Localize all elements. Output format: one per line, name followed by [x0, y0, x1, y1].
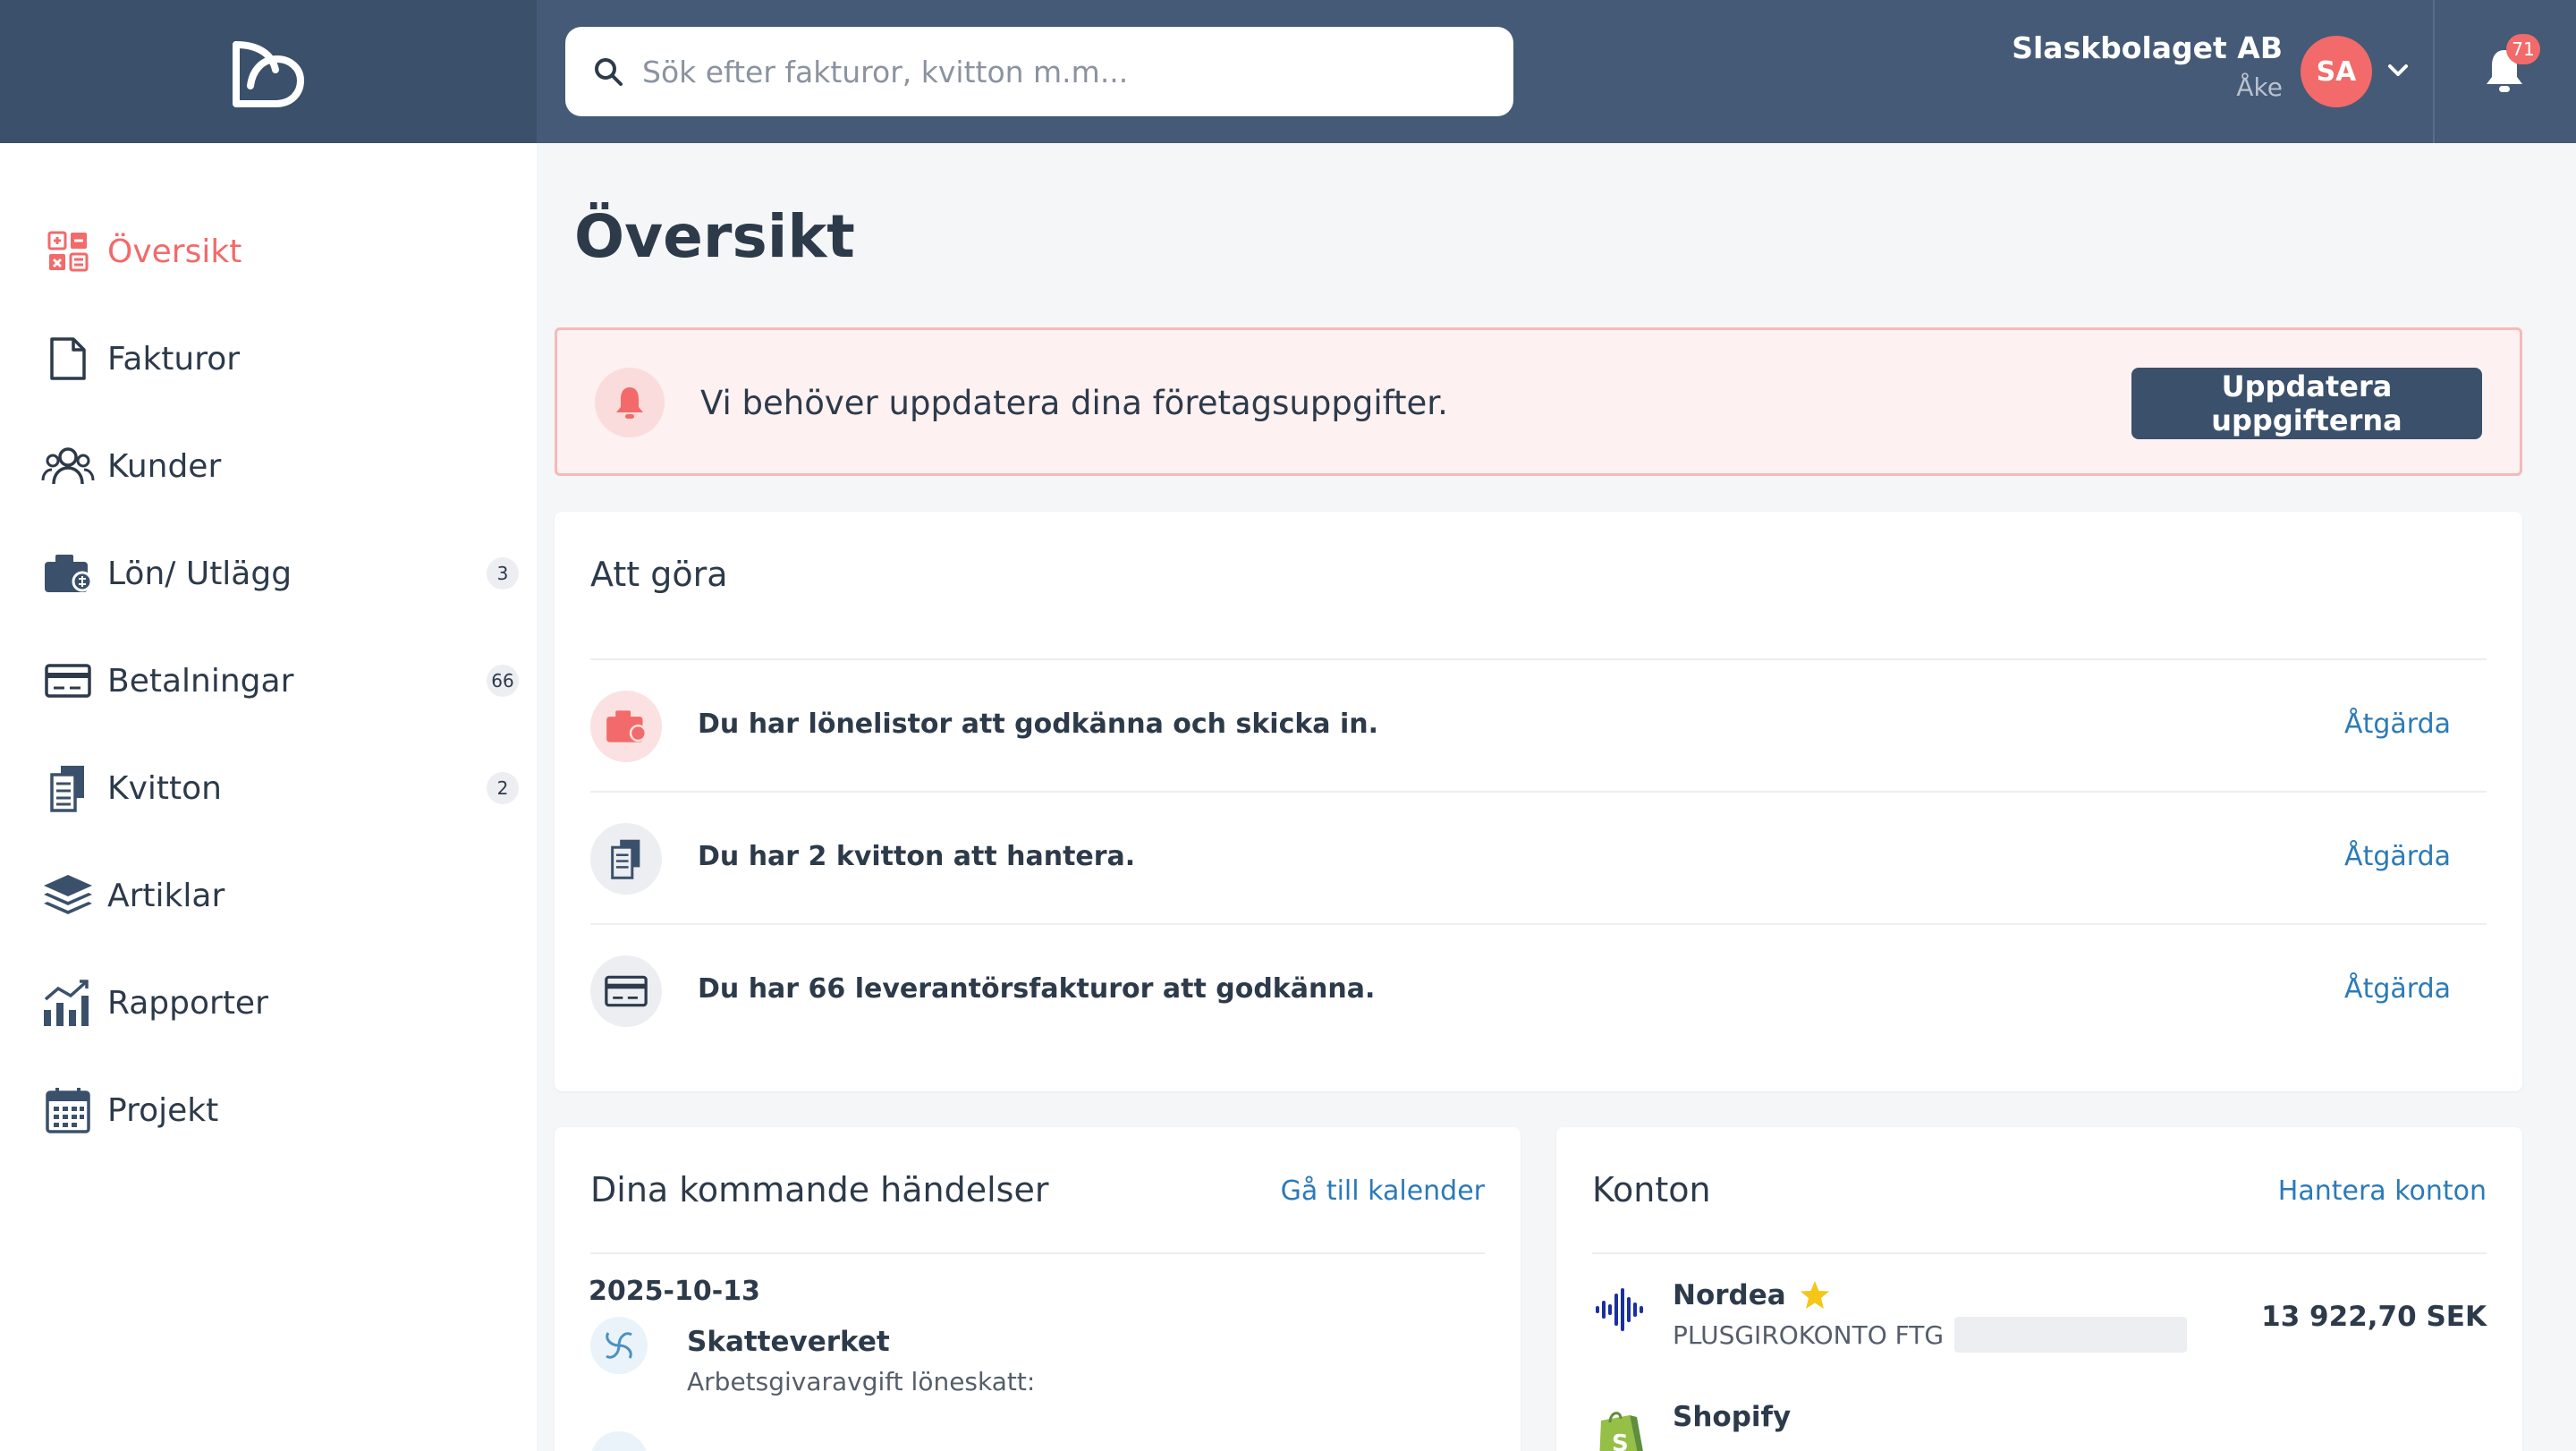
sidebar-item-kunder[interactable]: Kunder	[36, 426, 519, 506]
divider	[1592, 1252, 2487, 1254]
event-logo-icon	[590, 1431, 648, 1451]
event-date: 2025-10-13	[589, 1276, 760, 1307]
sidebar-item-label: Kunder	[107, 447, 222, 485]
sidebar-item-fakturor[interactable]: Fakturor	[36, 318, 519, 399]
todo-text: Du har 2 kvitton att hantera.	[698, 841, 1136, 872]
event-description: Arbetsgivaravgift löneskatt:	[687, 1367, 1036, 1396]
masked-account-number	[1954, 1317, 2188, 1353]
search-box[interactable]	[565, 27, 1513, 116]
todo-row: Du har lönelistor att godkänna och skick…	[590, 658, 2487, 791]
chart-icon	[36, 976, 100, 1030]
sidebar-item-label: Fakturor	[107, 340, 241, 378]
account-name[interactable]: Nordea	[1673, 1279, 1831, 1311]
alert-banner: Vi behöver uppdatera dina företagsuppgif…	[555, 327, 2522, 476]
sidebar-item-label: Rapporter	[107, 984, 268, 1022]
users-icon	[36, 439, 100, 493]
credit-card-icon	[590, 955, 662, 1027]
dashboard-icon	[36, 225, 100, 278]
sidebar-item-count: 3	[487, 557, 519, 590]
nordea-logo-icon	[1596, 1288, 1643, 1331]
sidebar-item-count: 66	[487, 665, 519, 697]
sidebar-item-betalningar[interactable]: Betalningar 66	[36, 641, 519, 721]
todo-row: Du har 2 kvitton att hantera. Åtgärda	[590, 791, 2487, 923]
account-name-label: Nordea	[1673, 1279, 1786, 1311]
events-title: Dina kommande händelser	[590, 1170, 1049, 1209]
account-balance: 13 922,70 SEK	[2261, 1301, 2487, 1333]
alert-message: Vi behöver uppdatera dina företagsuppgif…	[700, 384, 1448, 422]
search-icon	[595, 58, 623, 86]
events-card: Dina kommande händelser Gå till kalender…	[555, 1127, 1521, 1451]
header-divider	[2433, 0, 2435, 143]
sidebar-item-artiklar[interactable]: Artiklar	[36, 855, 519, 936]
chevron-down-icon[interactable]	[2385, 57, 2411, 84]
credit-card-icon	[36, 654, 100, 708]
calendar-icon	[36, 1083, 100, 1137]
logo-area	[0, 0, 537, 143]
document-icon	[36, 332, 100, 386]
logo-icon[interactable]	[231, 39, 306, 109]
sidebar-item-rapporter[interactable]: Rapporter	[36, 963, 519, 1043]
sidebar-item-lon-utlagg[interactable]: Lön/ Utlägg 3	[36, 533, 519, 614]
todo-action-link[interactable]: Åtgärda	[2344, 841, 2451, 872]
sidebar-item-label: Lön/ Utlägg	[107, 555, 292, 592]
event-name: Skatteverket	[687, 1326, 890, 1358]
account-type: PLUSGIROKONTO FTG	[1673, 1317, 2188, 1353]
svg-text:S: S	[1612, 1430, 1629, 1451]
notification-badge: 71	[2506, 34, 2540, 64]
sidebar-item-label: Översikt	[107, 233, 242, 270]
calendar-link[interactable]: Gå till kalender	[1281, 1175, 1485, 1207]
page-title: Översikt	[574, 202, 855, 271]
sidebar-item-label: Artiklar	[107, 877, 225, 914]
layers-icon	[36, 869, 100, 922]
wallet-icon	[36, 547, 100, 600]
todo-text: Du har 66 leverantörsfakturor att godkän…	[698, 973, 1376, 1005]
company-switcher[interactable]: Slaskbolaget AB Åke	[2012, 30, 2283, 102]
sidebar-item-label: Betalningar	[107, 662, 294, 700]
update-details-button[interactable]: Uppdatera uppgifterna	[2131, 368, 2482, 439]
sidebar: Översikt Fakturor Kunder Lön/ Utlägg 3 B…	[0, 143, 537, 1451]
search-input[interactable]	[642, 45, 1483, 98]
skatteverket-logo-icon	[590, 1317, 648, 1374]
top-bar: Slaskbolaget AB Åke SA 71	[0, 0, 2576, 143]
todo-row: Du har 66 leverantörsfakturor att godkän…	[590, 923, 2487, 1056]
todo-card: Att göra Du har lönelistor att godkänna …	[555, 512, 2522, 1091]
todo-action-link[interactable]: Åtgärda	[2344, 709, 2451, 740]
accounts-card: Konton Hantera konton Nordea PLUSGIROKON…	[1556, 1127, 2522, 1451]
todo-title: Att göra	[590, 555, 728, 594]
accounts-title: Konton	[1592, 1170, 1711, 1209]
user-name: Åke	[2236, 72, 2283, 102]
sidebar-item-projekt[interactable]: Projekt	[36, 1070, 519, 1150]
todo-action-link[interactable]: Åtgärda	[2344, 973, 2451, 1005]
wallet-icon	[590, 691, 662, 762]
star-icon[interactable]	[1799, 1279, 1831, 1311]
company-name: Slaskbolaget AB	[2012, 30, 2283, 65]
alert-bell-icon	[595, 368, 665, 437]
avatar[interactable]: SA	[2301, 36, 2372, 107]
sidebar-item-label: Kvitton	[107, 769, 222, 807]
sidebar-item-oversikt[interactable]: Översikt	[36, 211, 519, 292]
sidebar-item-label: Projekt	[107, 1091, 219, 1129]
receipt-icon	[36, 761, 100, 815]
account-type-label: PLUSGIROKONTO FTG	[1673, 1319, 1945, 1350]
todo-text: Du har lönelistor att godkänna och skick…	[698, 709, 1379, 740]
sidebar-item-count: 2	[487, 772, 519, 804]
shopify-logo-icon: S	[1599, 1412, 1643, 1451]
divider	[590, 1252, 1485, 1254]
account-name[interactable]: Shopify	[1673, 1401, 1791, 1433]
manage-accounts-link[interactable]: Hantera konton	[2278, 1175, 2487, 1207]
receipt-icon	[590, 823, 662, 895]
sidebar-item-kvitton[interactable]: Kvitton 2	[36, 748, 519, 828]
